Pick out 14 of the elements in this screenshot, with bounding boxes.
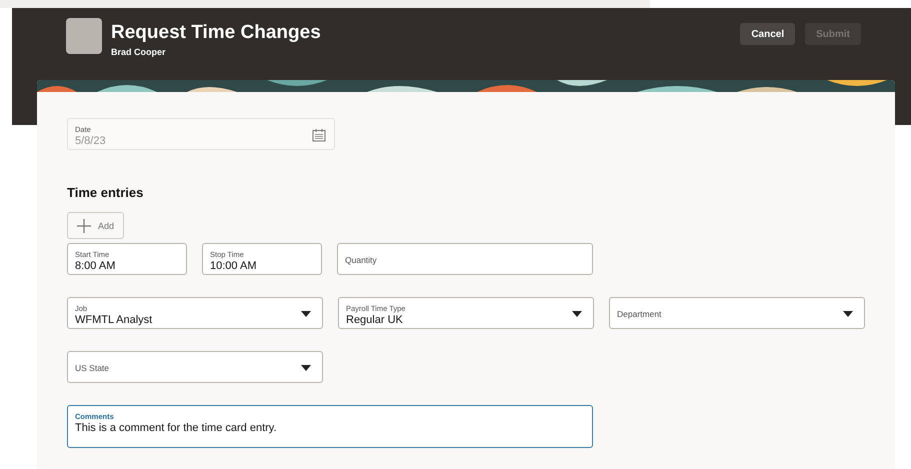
employee-name: Brad Cooper: [111, 47, 167, 57]
section-title: Time entries: [67, 185, 144, 200]
caret-icon: [572, 311, 582, 317]
plus-icon: [77, 218, 91, 232]
header-button[interactable]: Cancel: [740, 23, 796, 45]
input-field[interactable]: Quantity: [337, 243, 593, 275]
caret-icon: [301, 365, 311, 371]
caret-icon: [843, 311, 853, 317]
caret-icon: [301, 311, 311, 317]
dropdown-field[interactable]: Department: [609, 297, 865, 329]
avatar-photo-placeholder: [66, 18, 102, 54]
add-button[interactable]: Add: [67, 212, 124, 239]
dropdown-field[interactable]: US State: [67, 351, 323, 383]
page-title: Request Time Changes: [111, 22, 321, 44]
